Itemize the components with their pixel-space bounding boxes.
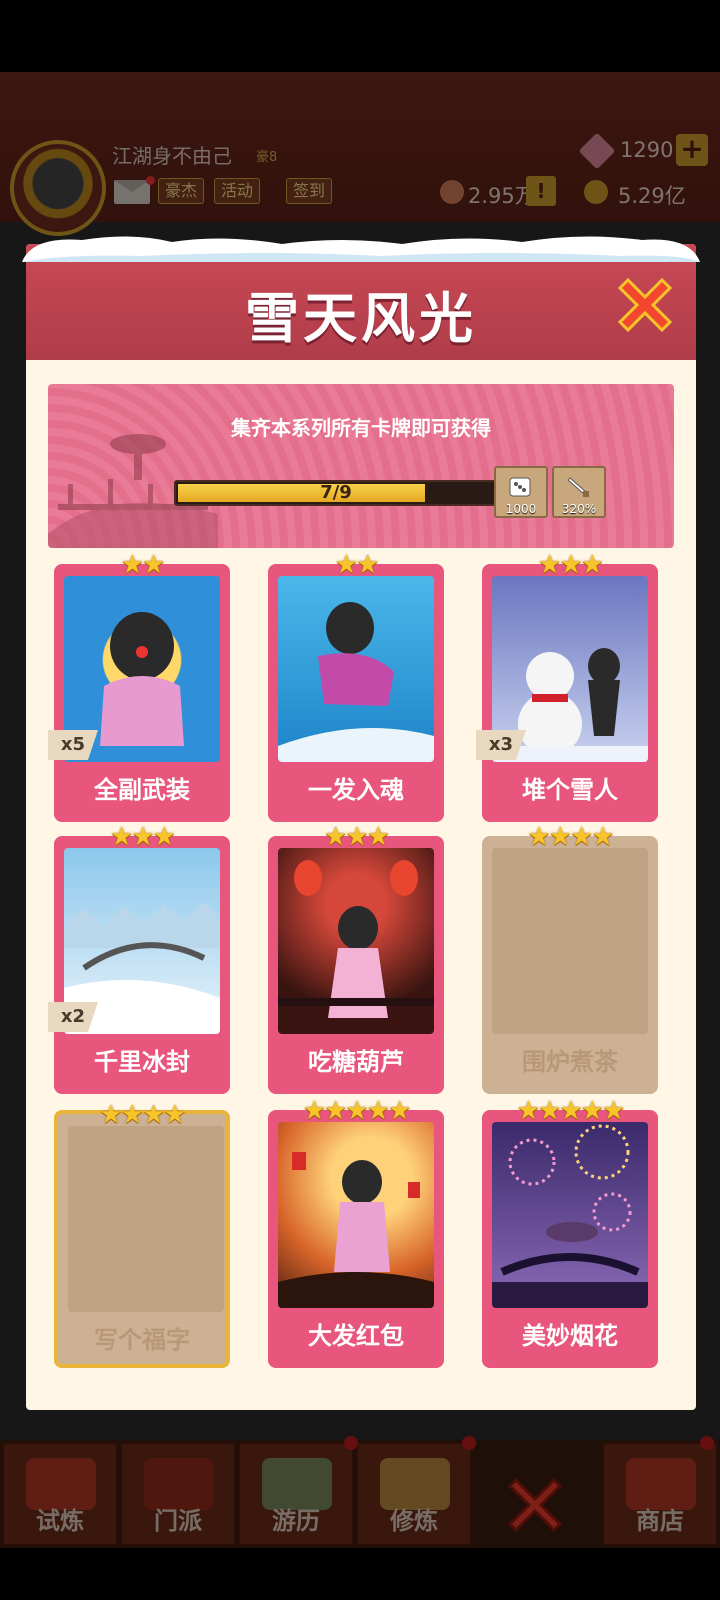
reward-dice[interactable]: 1000: [494, 466, 548, 518]
dialog-title: 雪天风光: [245, 287, 477, 350]
card-art-placeholder: [68, 1126, 224, 1312]
card-art-placeholder: [492, 848, 648, 1034]
card-name: 大发红包: [308, 1322, 404, 1350]
card[interactable]: ★★★ 吃糖葫芦: [268, 824, 444, 1094]
reward-attack[interactable]: 320%: [552, 466, 606, 518]
snow-decoration: [22, 236, 700, 262]
star-rating: ★★★: [110, 822, 176, 852]
card-name: 堆个雪人: [522, 776, 618, 804]
star-rating: ★★: [334, 550, 380, 580]
card-name: 写个福字: [94, 1326, 190, 1354]
card-name: 美妙烟花: [522, 1322, 618, 1350]
status-bar: [0, 0, 720, 72]
card-name: 吃糖葫芦: [308, 1048, 404, 1076]
character-icon: [278, 602, 434, 762]
lantern-character-icon: [278, 860, 434, 1018]
close-button[interactable]: [614, 274, 676, 336]
star-rating: ★★★★: [527, 822, 614, 852]
star-rating: ★★★: [324, 822, 390, 852]
sword-icon: [567, 477, 589, 497]
card-collection-dialog: 雪天风光 集齐本系列所有卡牌即可获得 7/9 1000 320% ★★ x5 全…: [22, 236, 700, 1410]
card-locked[interactable]: ★★★★ 围炉煮茶: [482, 824, 658, 1094]
card-art-image: [492, 1122, 648, 1308]
collection-progress-bar: 7/9: [174, 480, 498, 506]
card-art-image: [278, 1122, 434, 1308]
fireworks-icon: [492, 1124, 648, 1308]
banner-text: 集齐本系列所有卡牌即可获得: [231, 416, 491, 440]
card-art-image: [278, 848, 434, 1034]
dice-icon: [509, 477, 531, 497]
card[interactable]: ★★★ x2 千里冰封: [48, 824, 230, 1094]
reward-value: 1000: [505, 502, 537, 516]
star-rating: ★★★: [538, 550, 604, 580]
card-locked[interactable]: ★★★★ 写个福字: [54, 1102, 230, 1368]
collection-reward-banner: 集齐本系列所有卡牌即可获得 7/9 1000 320%: [48, 384, 674, 548]
reward-value: 320%: [561, 502, 597, 516]
star-rating: ★★: [120, 550, 166, 580]
card[interactable]: ★★★★★ 大发红包: [268, 1098, 444, 1368]
card-art-image: [278, 576, 434, 762]
card[interactable]: ★★★★★ 美妙烟花: [482, 1098, 658, 1368]
star-rating: ★★★★: [99, 1100, 186, 1130]
card[interactable]: ★★ 一发入魂: [268, 552, 444, 822]
star-rating: ★★★★★: [302, 1096, 412, 1126]
system-nav-bar: [0, 1548, 720, 1600]
card[interactable]: ★★ x5 全副武装: [48, 552, 230, 822]
bridge-scene-icon: [48, 434, 218, 548]
progress-label: 7/9: [320, 482, 352, 503]
red-envelope-character-icon: [278, 1152, 434, 1308]
card-name: 全副武装: [94, 776, 190, 804]
card-name: 围炉煮茶: [522, 1048, 618, 1076]
card[interactable]: ★★★ x3 堆个雪人: [476, 552, 658, 822]
star-rating: ★★★★★: [516, 1096, 626, 1126]
card-name: 一发入魂: [308, 776, 404, 804]
card-name: 千里冰封: [94, 1048, 190, 1076]
